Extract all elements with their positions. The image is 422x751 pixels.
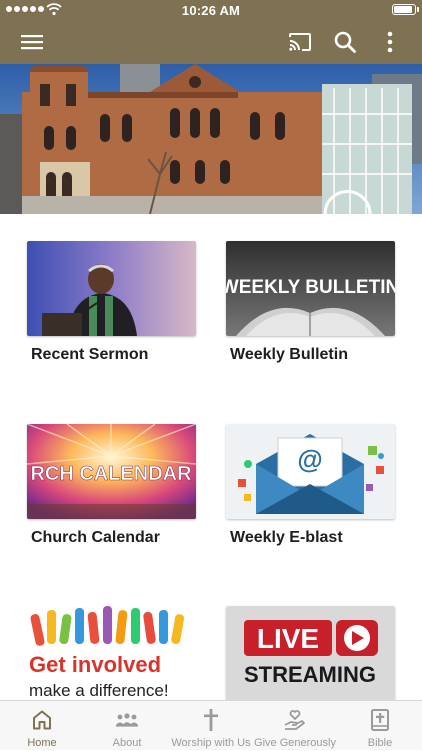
tile-label: Church Calendar (31, 529, 160, 546)
weekly-eblast-image[interactable]: @ (226, 424, 395, 519)
tile-grid: Recent Sermon WEEKLY BULLETIN Weekly Bul… (0, 214, 422, 700)
more-vertical-icon[interactable] (378, 30, 402, 54)
bottom-tab-bar: Home About Worship with Us Give Generous… (0, 700, 422, 750)
tab-give-generously[interactable]: Give Generously (253, 701, 337, 751)
home-icon (33, 710, 51, 730)
tab-bible[interactable]: Bible (338, 701, 422, 751)
cross-icon (204, 709, 218, 731)
status-bar: 10:26 AM (0, 0, 422, 20)
tile-label: Weekly Bulletin (230, 346, 348, 363)
tile-live-streaming[interactable]: LIVE STREAMING (226, 606, 395, 700)
tile-label: Weekly E-blast (230, 529, 343, 546)
recent-sermon-image[interactable] (27, 241, 196, 336)
bible-icon (371, 709, 389, 731)
tile-weekly-eblast[interactable]: @ Weekly E-blast (226, 424, 395, 547)
tile-recent-sermon[interactable]: Recent Sermon (27, 241, 196, 364)
cast-icon[interactable] (288, 30, 312, 54)
streaming-image-text: STREAMING (244, 662, 376, 687)
live-streaming-image[interactable]: LIVE STREAMING (226, 606, 395, 700)
tab-about[interactable]: About (85, 701, 169, 751)
app-bar (0, 20, 422, 64)
get-involved-image-text: Get involved (29, 652, 161, 677)
weekly-bulletin-image[interactable]: WEEKLY BULLETIN (226, 241, 395, 336)
tab-label: Bible (367, 737, 393, 749)
hamburger-menu-icon[interactable] (20, 30, 44, 54)
search-icon[interactable] (333, 30, 357, 54)
tile-label: Recent Sermon (31, 346, 149, 363)
get-involved-image[interactable]: Get involved make a difference! (27, 606, 196, 700)
people-icon (116, 713, 138, 727)
svg-text:@: @ (297, 444, 322, 474)
tab-worship-with-us[interactable]: Worship with Us (169, 701, 253, 751)
hero-church-image (0, 64, 422, 214)
calendar-image-text: RCH CALENDAR (30, 463, 192, 485)
make-difference-image-text: make a difference! (29, 681, 169, 700)
church-calendar-image[interactable]: RCH CALENDAR (27, 424, 196, 519)
tab-home[interactable]: Home (0, 701, 84, 751)
bulletin-image-text: WEEKLY BULLETIN (226, 277, 395, 298)
tile-weekly-bulletin[interactable]: WEEKLY BULLETIN Weekly Bulletin (226, 241, 395, 364)
battery-icon (392, 4, 419, 15)
live-image-text: LIVE (257, 623, 319, 654)
giving-hand-icon (284, 710, 305, 730)
status-time: 10:26 AM (181, 3, 241, 18)
tile-get-involved[interactable]: Get involved make a difference! (27, 606, 196, 700)
tile-church-calendar[interactable]: RCH CALENDAR Church Calendar (27, 424, 196, 547)
